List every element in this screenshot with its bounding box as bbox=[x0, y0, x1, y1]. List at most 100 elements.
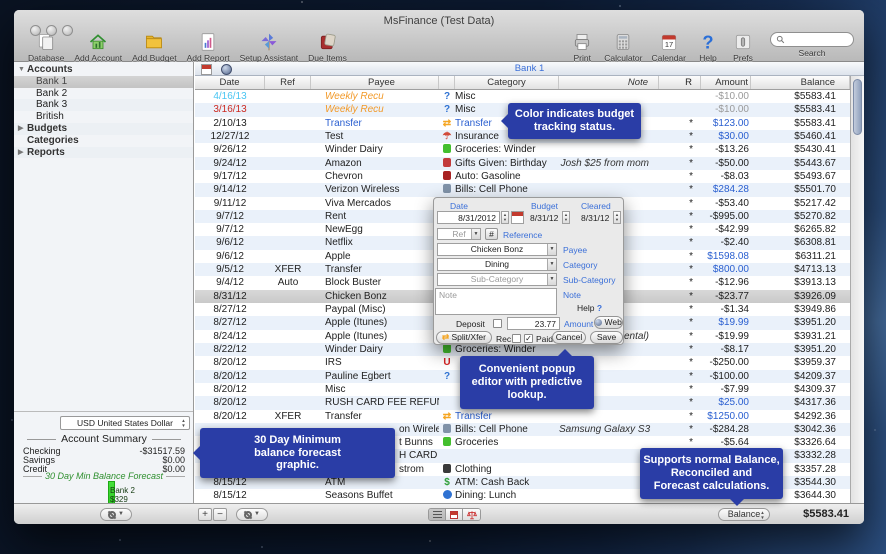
sidebar-item-bank-1[interactable]: Bank 1 bbox=[14, 76, 193, 88]
sidebar-action-menu-button[interactable]: ▼ bbox=[100, 508, 132, 521]
currency-stepper-icon: ▲▼ bbox=[179, 418, 188, 428]
help-link[interactable]: Help ? bbox=[577, 303, 602, 313]
remove-transaction-button[interactable]: − bbox=[213, 508, 227, 521]
transaction-row[interactable]: 9/24/12AmazonGifts Given: BirthdayJosh $… bbox=[195, 157, 850, 170]
cell-date: 9/11/12 bbox=[195, 197, 265, 210]
toolbar-button-setup-assistant[interactable]: Setup Assistant bbox=[240, 32, 299, 63]
groceries-icon bbox=[443, 437, 451, 446]
account-tab[interactable]: Bank 1 bbox=[195, 62, 864, 76]
cell-payee: Netflix bbox=[311, 236, 439, 249]
deposit-checkbox[interactable] bbox=[493, 319, 502, 328]
callout-text: Color indicates budget tracking status. bbox=[515, 108, 634, 134]
currency-select[interactable]: USD United States Dollar ▲▼ bbox=[60, 416, 190, 430]
toolbar-button-due-items[interactable]: Due Items bbox=[308, 32, 347, 63]
column-header-r[interactable]: R bbox=[659, 76, 701, 89]
toolbar-button-help[interactable]: ?Help bbox=[695, 32, 721, 63]
payee-combo[interactable]: Chicken Bonz ▼ bbox=[437, 243, 557, 256]
transaction-row[interactable]: 9/17/12ChevronAuto: Gasoline*-$8.03$5493… bbox=[195, 170, 850, 183]
cell-payee: Misc bbox=[311, 383, 439, 396]
column-header-ref[interactable]: Ref bbox=[265, 76, 311, 89]
cell-payee: RUSH CARD FEE REFUND bbox=[311, 396, 439, 409]
cleared-stepper[interactable]: ▲▼ bbox=[613, 211, 621, 224]
amount-field[interactable]: 23.77 bbox=[507, 317, 560, 330]
date-field[interactable]: 8/31/2012 bbox=[437, 211, 500, 224]
cell-date: 8/20/12 bbox=[195, 383, 265, 396]
category-combo[interactable]: Dining ▼ bbox=[437, 258, 557, 271]
toolbar-button-add-account[interactable]: Add Account bbox=[74, 32, 122, 63]
transaction-row[interactable]: 9/26/12Winder DairyGroceries: Winder*-$1… bbox=[195, 143, 850, 156]
rec-checkbox[interactable] bbox=[512, 334, 521, 343]
toolbar-button-calendar[interactable]: 17Calendar bbox=[652, 32, 687, 63]
balance-mode-select[interactable]: Balance ▲▼ bbox=[718, 508, 770, 521]
disclosure-closed-icon[interactable]: ▶ bbox=[18, 123, 23, 135]
column-header-icon[interactable] bbox=[439, 76, 455, 89]
toolbar-button-prefs[interactable]: Prefs bbox=[730, 32, 756, 63]
table-action-menu-button[interactable]: ▼ bbox=[236, 508, 268, 521]
sidebar-item-reports[interactable]: ▶Reports bbox=[14, 147, 193, 159]
date-calendar-button[interactable] bbox=[511, 211, 524, 224]
toolbar-button-database[interactable]: Database bbox=[28, 32, 64, 63]
column-header-date[interactable]: Date bbox=[195, 76, 265, 89]
transaction-row[interactable]: 9/14/12Verizon WirelessBills: Cell Phone… bbox=[195, 183, 850, 196]
cell-reconciled: * bbox=[659, 343, 701, 356]
transaction-row[interactable]: 4/16/13Weekly Recu?Misc-$10.00$5583.41 bbox=[195, 90, 850, 103]
save-button[interactable]: Save bbox=[590, 331, 623, 344]
calendar-view-icon bbox=[450, 511, 458, 519]
web-button[interactable]: Web bbox=[594, 316, 623, 329]
disclosure-open-icon[interactable]: ▼ bbox=[18, 64, 25, 76]
split-xfer-button[interactable]: ⇄ Split/Xfer bbox=[436, 331, 492, 344]
sidebar-item-british[interactable]: British bbox=[14, 111, 193, 123]
date-stepper[interactable]: ▲▼ bbox=[501, 211, 509, 224]
column-header-category[interactable]: Category bbox=[455, 76, 559, 89]
misc-icon: ? bbox=[444, 371, 450, 382]
search-input[interactable] bbox=[770, 32, 854, 47]
cell-reconciled bbox=[659, 90, 701, 103]
cell-balance: $6308.81 bbox=[751, 236, 850, 249]
sidebar-item-categories[interactable]: Categories bbox=[14, 135, 193, 147]
cell-balance: $5430.41 bbox=[751, 143, 850, 156]
category-icon bbox=[439, 489, 455, 502]
view-calendar-button[interactable] bbox=[446, 509, 463, 520]
column-header-balance[interactable]: Balance bbox=[751, 76, 850, 89]
column-header-amount[interactable]: Amount bbox=[701, 76, 751, 89]
toolbar-button-print[interactable]: Print bbox=[569, 32, 595, 63]
cell-amount: -$8.03 bbox=[701, 170, 751, 183]
scrollbar-thumb[interactable] bbox=[853, 79, 862, 135]
note-field[interactable]: Note bbox=[435, 288, 557, 315]
add-transaction-button[interactable]: + bbox=[198, 508, 212, 521]
vertical-scrollbar[interactable] bbox=[850, 76, 864, 503]
sidebar-item-accounts[interactable]: ▼Accounts bbox=[14, 64, 193, 76]
toolbar-button-add-budget[interactable]: Add Budget bbox=[132, 32, 176, 63]
cancel-button[interactable]: Cancel bbox=[552, 331, 586, 344]
column-header-payee[interactable]: Payee bbox=[311, 76, 439, 89]
setup-assistant-icon bbox=[256, 32, 282, 52]
view-forecast-button[interactable] bbox=[463, 509, 480, 520]
transaction-row[interactable]: 8/20/12XFERTransfer⇄Transfer*$1250.00$42… bbox=[195, 410, 850, 423]
paid-checkbox[interactable]: ✓ bbox=[524, 334, 533, 343]
sidebar-item-bank-3[interactable]: Bank 3 bbox=[14, 99, 193, 111]
cell-amount: -$42.99 bbox=[701, 223, 751, 236]
cell-category: Transfer bbox=[455, 410, 559, 423]
sidebar-item-budgets[interactable]: ▶Budgets bbox=[14, 123, 193, 135]
view-list-button[interactable] bbox=[429, 509, 446, 520]
toolbar-button-calculator[interactable]: Calculator bbox=[604, 32, 642, 63]
column-header-note[interactable]: Note bbox=[559, 76, 659, 89]
subcategory-combo[interactable]: Sub-Category ▼ bbox=[437, 273, 557, 286]
cell-balance: $5460.41 bbox=[751, 130, 850, 143]
cell-category: Dining: Lunch bbox=[455, 489, 559, 502]
transfer-icon: ⇄ bbox=[442, 332, 449, 342]
cell-category: Bills: Cell Phone bbox=[455, 423, 559, 436]
number-button[interactable]: # bbox=[485, 228, 498, 240]
toolbar-button-add-report[interactable]: Add Report bbox=[187, 32, 230, 63]
cell-amount: -$19.99 bbox=[701, 330, 751, 343]
category-icon bbox=[439, 183, 455, 196]
cell-ref bbox=[265, 476, 311, 489]
budget-stepper[interactable]: ▲▼ bbox=[562, 211, 570, 224]
ref-combo[interactable]: Ref ▼ bbox=[437, 228, 481, 240]
callout-annotation: Color indicates budget tracking status. bbox=[508, 103, 641, 139]
sidebar-item-bank-2[interactable]: Bank 2 bbox=[14, 88, 193, 100]
disclosure-closed-icon[interactable]: ▶ bbox=[18, 147, 23, 159]
cleared-label: Cleared bbox=[581, 201, 611, 211]
paid-label: Paid bbox=[536, 334, 553, 344]
date-label: Date bbox=[450, 201, 468, 211]
